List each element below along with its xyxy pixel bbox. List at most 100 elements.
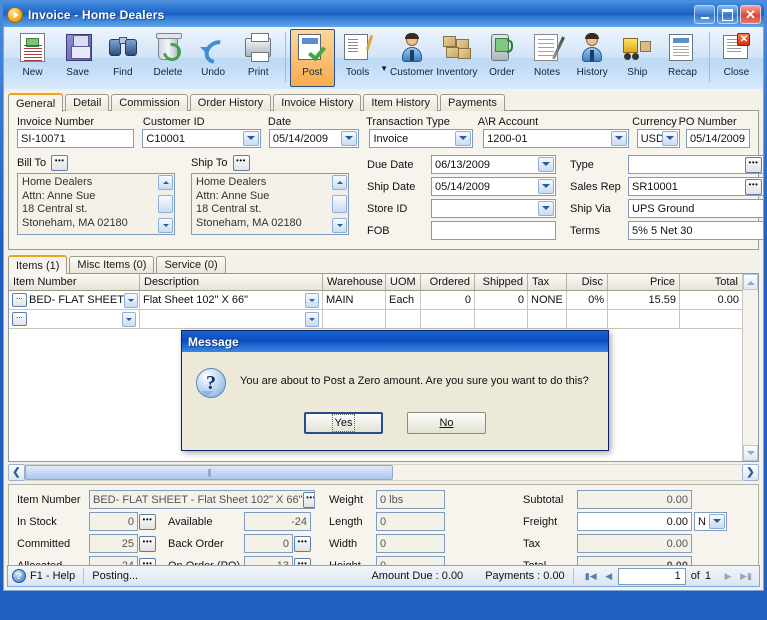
cell-warehouse[interactable] xyxy=(323,310,386,328)
tab-service[interactable]: Service (0) xyxy=(156,256,226,273)
item-lookup-button[interactable] xyxy=(302,491,314,508)
col-disc[interactable]: Disc xyxy=(567,274,608,290)
chevron-down-icon[interactable] xyxy=(610,131,627,146)
help-label[interactable]: F1 - Help xyxy=(30,570,75,582)
tab-item-history[interactable]: Item History xyxy=(363,94,439,111)
scroll-thumb[interactable] xyxy=(25,465,393,480)
cell-price[interactable] xyxy=(608,310,680,328)
next-record-icon[interactable]: ▶ xyxy=(719,568,737,584)
freight-input[interactable]: 0.00 xyxy=(577,512,692,531)
cell-tax[interactable]: NONE xyxy=(528,291,567,309)
cell-warehouse[interactable]: MAIN xyxy=(323,291,386,309)
bill-to-scrollbar[interactable] xyxy=(158,175,173,233)
grid-horizontal-scrollbar[interactable]: ❮ ❯ xyxy=(8,464,759,481)
scroll-up-icon[interactable] xyxy=(332,175,347,190)
committed-input[interactable]: 25 xyxy=(89,534,138,553)
chevron-down-icon[interactable] xyxy=(122,311,136,327)
cell-shipped[interactable] xyxy=(475,310,528,328)
toolbar-save-button[interactable]: Save xyxy=(55,29,100,87)
cell-total[interactable]: 0.00 xyxy=(680,291,742,309)
page-number-input[interactable]: 1 xyxy=(617,567,686,585)
ar-account-select[interactable]: 1200-01 xyxy=(483,129,629,148)
previous-record-icon[interactable]: ◀ xyxy=(600,568,618,584)
toolbar-new-button[interactable]: New xyxy=(10,29,55,87)
maximize-icon[interactable] xyxy=(717,5,738,24)
cell-tax[interactable] xyxy=(528,310,567,328)
customer-id-select[interactable]: C10001 xyxy=(142,129,261,148)
width-input[interactable]: 0 xyxy=(376,534,445,553)
ship-via-input[interactable]: UPS Ground xyxy=(628,199,764,218)
length-input[interactable]: 0 xyxy=(376,512,445,531)
item-lookup-button[interactable]: ⋯ xyxy=(12,293,27,307)
toolbar-notes-button[interactable]: Notes xyxy=(525,29,570,87)
col-description[interactable]: Description xyxy=(140,274,323,290)
scroll-up-icon[interactable] xyxy=(743,274,758,290)
scroll-up-icon[interactable] xyxy=(158,175,173,190)
ship-to-lookup-button[interactable] xyxy=(232,155,250,171)
toolbar-find-button[interactable]: Find xyxy=(100,29,145,87)
tab-payments[interactable]: Payments xyxy=(440,94,505,111)
toolbar-delete-button[interactable]: Delete xyxy=(145,29,190,87)
chevron-down-icon[interactable] xyxy=(341,131,358,146)
due-date-select[interactable]: 06/13/2009 xyxy=(431,155,556,174)
col-ordered[interactable]: Ordered xyxy=(421,274,475,290)
first-record-icon[interactable]: ▮◀ xyxy=(582,568,600,584)
tab-items[interactable]: Items (1) xyxy=(8,255,68,274)
chevron-down-icon[interactable] xyxy=(455,131,472,146)
type-input[interactable] xyxy=(628,155,764,174)
scroll-down-icon[interactable] xyxy=(743,445,758,461)
back-order-lookup-button[interactable] xyxy=(294,535,311,552)
toolbar-customer-button[interactable]: Customer xyxy=(389,29,434,87)
chevron-down-icon[interactable] xyxy=(709,514,725,529)
cell-description[interactable]: Flat Sheet 102" X 66" xyxy=(140,291,323,309)
tab-order-history[interactable]: Order History xyxy=(189,94,272,111)
yes-button[interactable]: Yes xyxy=(304,412,383,434)
tab-commission[interactable]: Commission xyxy=(111,94,188,111)
chevron-down-icon[interactable] xyxy=(538,179,554,194)
cell-uom[interactable] xyxy=(386,310,421,328)
toolbar-order-button[interactable]: Order xyxy=(479,29,524,87)
toolbar-ship-button[interactable]: Ship xyxy=(615,29,660,87)
table-row[interactable]: ⋯ BED- FLAT SHEET Flat Sheet 102" X 66" … xyxy=(9,291,758,310)
scroll-thumb[interactable] xyxy=(158,195,173,213)
fob-input[interactable] xyxy=(431,221,556,240)
cell-item-number[interactable]: ⋯ BED- FLAT SHEET xyxy=(9,291,140,309)
currency-select[interactable]: USD xyxy=(636,129,680,148)
in-stock-lookup-button[interactable] xyxy=(139,513,156,530)
last-record-icon[interactable]: ▶▮ xyxy=(737,568,755,584)
col-shipped[interactable]: Shipped xyxy=(475,274,528,290)
toolbar-close-button[interactable]: ✕ Close xyxy=(714,29,759,87)
tab-detail[interactable]: Detail xyxy=(65,94,110,111)
committed-lookup-button[interactable] xyxy=(139,535,156,552)
toolbar-inventory-button[interactable]: Inventory xyxy=(434,29,479,87)
scroll-right-icon[interactable]: ❯ xyxy=(742,464,759,481)
tab-general[interactable]: General xyxy=(8,93,64,112)
scroll-down-icon[interactable] xyxy=(332,218,347,233)
chevron-down-icon[interactable] xyxy=(123,292,138,308)
col-warehouse[interactable]: Warehouse xyxy=(323,274,386,290)
cell-item-number[interactable]: ⋯ xyxy=(9,310,140,328)
cell-description[interactable] xyxy=(140,310,323,328)
grid-vertical-scrollbar[interactable] xyxy=(742,274,758,461)
po-number-input[interactable]: 05/14/2009 xyxy=(685,129,750,148)
cell-ordered[interactable]: 0 xyxy=(421,291,475,309)
bill-to-address[interactable]: Home Dealers Attn: Anne Sue 18 Central s… xyxy=(17,173,175,235)
available-input[interactable]: -24 xyxy=(244,512,311,531)
toolbar-undo-button[interactable]: Undo xyxy=(191,29,236,87)
help-icon[interactable]: ? xyxy=(12,569,26,583)
item-lookup-button[interactable]: ⋯ xyxy=(12,312,27,326)
tab-misc-items[interactable]: Misc Items (0) xyxy=(69,256,155,273)
col-uom[interactable]: UOM xyxy=(386,274,421,290)
chevron-down-icon[interactable] xyxy=(305,292,319,308)
cell-disc[interactable] xyxy=(567,310,608,328)
back-order-input[interactable]: 0 xyxy=(244,534,293,553)
ship-to-address[interactable]: Home Dealers Attn: Anne Sue 18 Central s… xyxy=(191,173,349,235)
terms-input[interactable]: 5% 5 Net 30 xyxy=(628,221,764,240)
tab-invoice-history[interactable]: Invoice History xyxy=(273,94,362,111)
table-row[interactable]: ⋯ xyxy=(9,310,758,329)
freight-taxable-select[interactable]: N xyxy=(694,512,727,531)
bill-to-lookup-button[interactable] xyxy=(51,155,69,171)
sales-rep-lookup-button[interactable] xyxy=(745,178,762,195)
type-lookup-button[interactable] xyxy=(745,156,762,173)
scroll-thumb[interactable] xyxy=(332,195,347,213)
